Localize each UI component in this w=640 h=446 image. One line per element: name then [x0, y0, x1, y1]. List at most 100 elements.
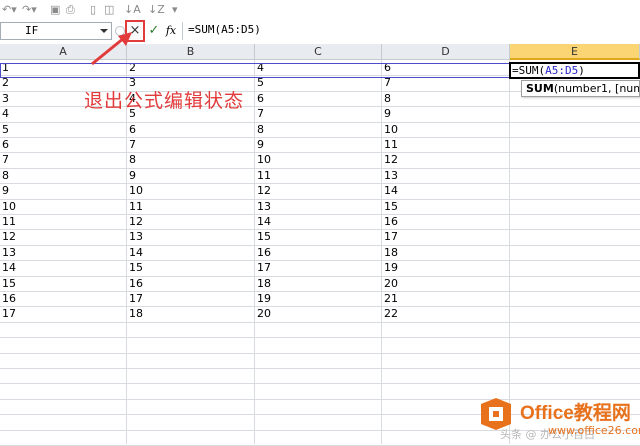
formula-prefix: =SUM(	[512, 64, 546, 77]
cell[interactable]: 9	[255, 137, 264, 152]
cell[interactable]: 8	[382, 91, 391, 106]
row-gridline	[0, 199, 640, 200]
cell[interactable]: 22	[382, 306, 398, 321]
row-gridline	[0, 245, 640, 246]
cell[interactable]: 21	[382, 291, 398, 306]
customize-toolbar-icon[interactable]: ▾	[172, 3, 178, 17]
column-header-e[interactable]: E	[510, 44, 640, 60]
name-box-value: IF	[25, 24, 39, 37]
column-header-b[interactable]: B	[127, 44, 255, 60]
cell[interactable]: 20	[255, 306, 271, 321]
cell[interactable]: 17	[0, 306, 16, 321]
cell[interactable]: 5	[0, 122, 9, 137]
function-tooltip[interactable]: SUM(number1, [numb	[521, 80, 640, 97]
cell[interactable]: 15	[255, 229, 271, 244]
cell[interactable]: 10	[127, 183, 143, 198]
worksheet-grid[interactable]: 1 2 4 6 2 3 5 7 3 4 6 8 4 5 7 9 5 6 8 10 6 7 9 11 7 8 10 12 8 9 11 13 9 1…	[0, 60, 640, 446]
cell[interactable]: 4	[0, 106, 9, 121]
cell[interactable]: 11	[382, 137, 398, 152]
insert-function-button[interactable]: fx	[163, 22, 179, 40]
cell[interactable]: 19	[382, 260, 398, 275]
row-gridline	[0, 214, 640, 215]
cell[interactable]: 13	[0, 245, 16, 260]
cell[interactable]: 7	[255, 106, 264, 121]
cell[interactable]: 11	[255, 168, 271, 183]
row-gridline	[0, 122, 640, 123]
cell[interactable]: 16	[127, 276, 143, 291]
fx-icon: fx	[165, 24, 177, 37]
formula-suffix: )	[578, 64, 585, 77]
cell[interactable]: 8	[127, 152, 136, 167]
cell[interactable]: 8	[255, 122, 264, 137]
range-highlight	[0, 63, 510, 78]
cell[interactable]: 15	[0, 276, 16, 291]
cell[interactable]: 13	[255, 199, 271, 214]
cell[interactable]: 17	[382, 229, 398, 244]
column-header-c[interactable]: C	[255, 44, 382, 60]
row-gridline	[0, 260, 640, 261]
cell-edit-text[interactable]: =SUM(A5:D5)	[512, 63, 585, 78]
cell[interactable]: 6	[255, 91, 264, 106]
open-icon[interactable]: ◫	[104, 3, 114, 17]
cell[interactable]: 16	[255, 245, 271, 260]
cell[interactable]: 16	[0, 291, 16, 306]
cell[interactable]: 6	[0, 137, 9, 152]
cell[interactable]: 17	[127, 291, 143, 306]
cell[interactable]: 10	[255, 152, 271, 167]
cell[interactable]: 20	[382, 276, 398, 291]
cell[interactable]: 7	[127, 137, 136, 152]
cell[interactable]: 14	[0, 260, 16, 275]
annotation-caption: 退出公式编辑状态	[84, 90, 245, 112]
row-gridline	[0, 291, 640, 292]
cell[interactable]: 15	[127, 260, 143, 275]
row-gridline	[0, 368, 640, 369]
row-gridline	[0, 152, 640, 153]
column-gridline	[509, 60, 510, 444]
cell[interactable]: 14	[127, 245, 143, 260]
cell[interactable]: 9	[0, 183, 9, 198]
cell[interactable]: 13	[127, 229, 143, 244]
tooltip-function-name[interactable]: SUM	[526, 82, 554, 95]
cell[interactable]: 18	[382, 245, 398, 260]
cell[interactable]: 14	[255, 214, 271, 229]
cell[interactable]: 17	[255, 260, 271, 275]
cell[interactable]: 12	[0, 229, 16, 244]
cell[interactable]: 13	[382, 168, 398, 183]
undo-icon[interactable]: ↶▾	[2, 3, 17, 17]
cell[interactable]: 11	[0, 214, 16, 229]
print-icon[interactable]: ⎙	[66, 3, 75, 17]
cell[interactable]: 12	[255, 183, 271, 198]
cell[interactable]: 18	[255, 276, 271, 291]
cell[interactable]: 14	[382, 183, 398, 198]
watermark-url: www.office26.com	[548, 424, 640, 437]
cell[interactable]: 10	[382, 122, 398, 137]
cell[interactable]: 15	[382, 199, 398, 214]
cell[interactable]: 9	[382, 106, 391, 121]
sort-ascending-icon[interactable]: ↓A	[124, 3, 141, 17]
row-gridline	[0, 353, 640, 354]
cell[interactable]: 12	[127, 214, 143, 229]
cell[interactable]: 16	[382, 214, 398, 229]
new-document-icon[interactable]: ▯	[90, 3, 96, 17]
cell[interactable]: 12	[382, 152, 398, 167]
cell[interactable]: 10	[0, 199, 16, 214]
cell[interactable]: 19	[255, 291, 271, 306]
redo-icon[interactable]: ↷▾	[22, 3, 37, 17]
cell[interactable]: 7	[0, 152, 9, 167]
cell[interactable]: 18	[127, 306, 143, 321]
column-header-d[interactable]: D	[382, 44, 510, 60]
print-preview-icon[interactable]: ▣	[50, 3, 60, 17]
cell[interactable]: 8	[0, 168, 9, 183]
cell[interactable]: 3	[0, 91, 9, 106]
row-gridline	[0, 306, 640, 307]
check-icon: ✓	[148, 23, 160, 38]
enter-button[interactable]: ✓	[146, 22, 162, 40]
divider	[182, 22, 183, 40]
cell[interactable]: 9	[127, 168, 136, 183]
row-gridline	[0, 229, 640, 230]
cell[interactable]: 11	[127, 199, 143, 214]
watermark-brand: Office教程网	[520, 403, 631, 424]
sort-descending-icon[interactable]: ↓Z	[148, 3, 165, 17]
cell[interactable]: 6	[127, 122, 136, 137]
formula-input[interactable]: =SUM(A5:D5)	[188, 23, 261, 36]
